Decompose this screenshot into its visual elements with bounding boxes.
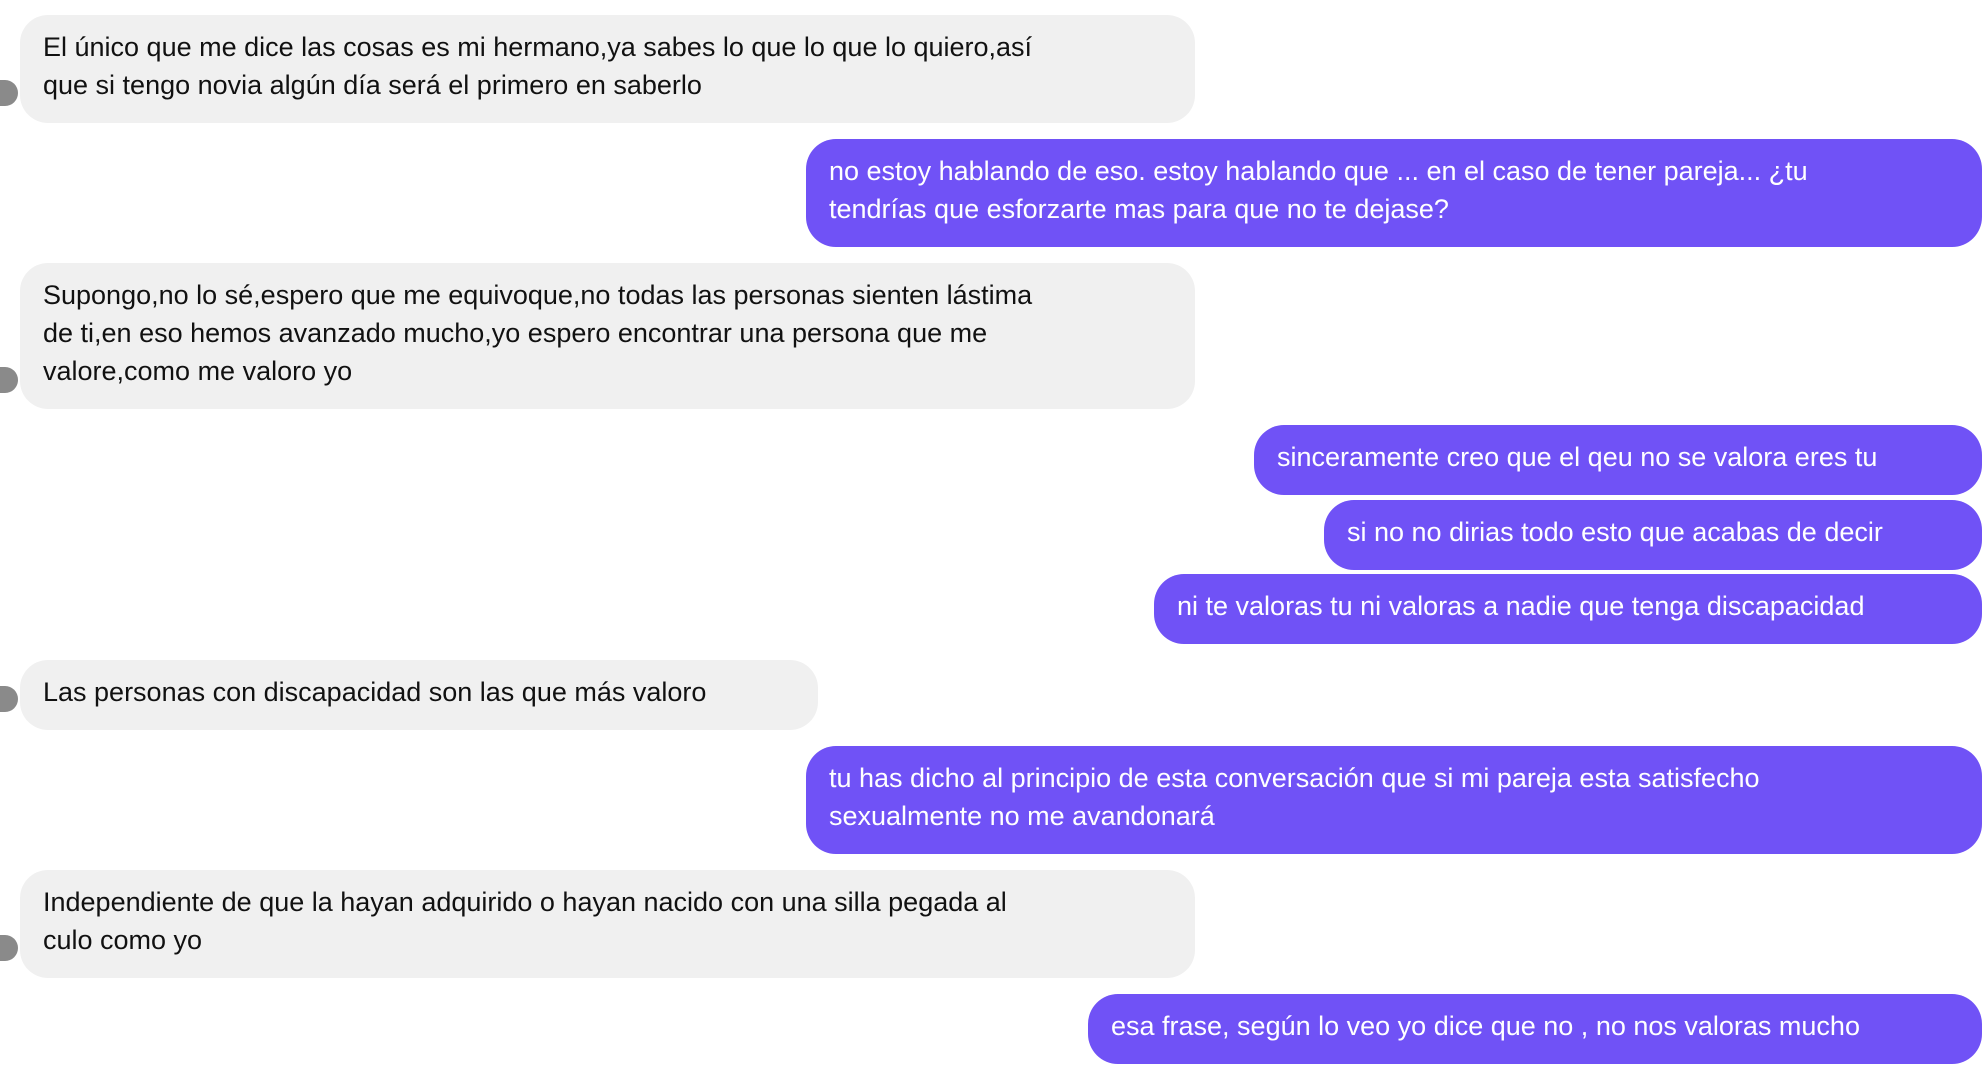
incoming-message-bubble[interactable]: Independiente de que la hayan adquirido … bbox=[20, 870, 1195, 978]
incoming-message-bubble[interactable]: Las personas con discapacidad son las qu… bbox=[20, 660, 818, 730]
contact-avatar[interactable] bbox=[0, 367, 18, 393]
outgoing-message-bubble[interactable]: si no no dirias todo esto que acabas de … bbox=[1324, 500, 1982, 570]
contact-avatar[interactable] bbox=[0, 935, 18, 961]
incoming-message-bubble[interactable]: El único que me dice las cosas es mi her… bbox=[20, 15, 1195, 123]
contact-avatar[interactable] bbox=[0, 686, 18, 712]
outgoing-message-bubble[interactable]: ni te valoras tu ni valoras a nadie que … bbox=[1154, 574, 1982, 644]
incoming-message-bubble[interactable]: Supongo,no lo sé,espero que me equivoque… bbox=[20, 263, 1195, 409]
outgoing-message-bubble[interactable]: sinceramente creo que el qeu no se valor… bbox=[1254, 425, 1982, 495]
chat-thread: El único que me dice las cosas es mi her… bbox=[0, 0, 1986, 1078]
outgoing-message-bubble[interactable]: esa frase, según lo veo yo dice que no ,… bbox=[1088, 994, 1982, 1064]
contact-avatar[interactable] bbox=[0, 80, 18, 106]
outgoing-message-bubble[interactable]: no estoy hablando de eso. estoy hablando… bbox=[806, 139, 1982, 247]
outgoing-message-bubble[interactable]: tu has dicho al principio de esta conver… bbox=[806, 746, 1982, 854]
